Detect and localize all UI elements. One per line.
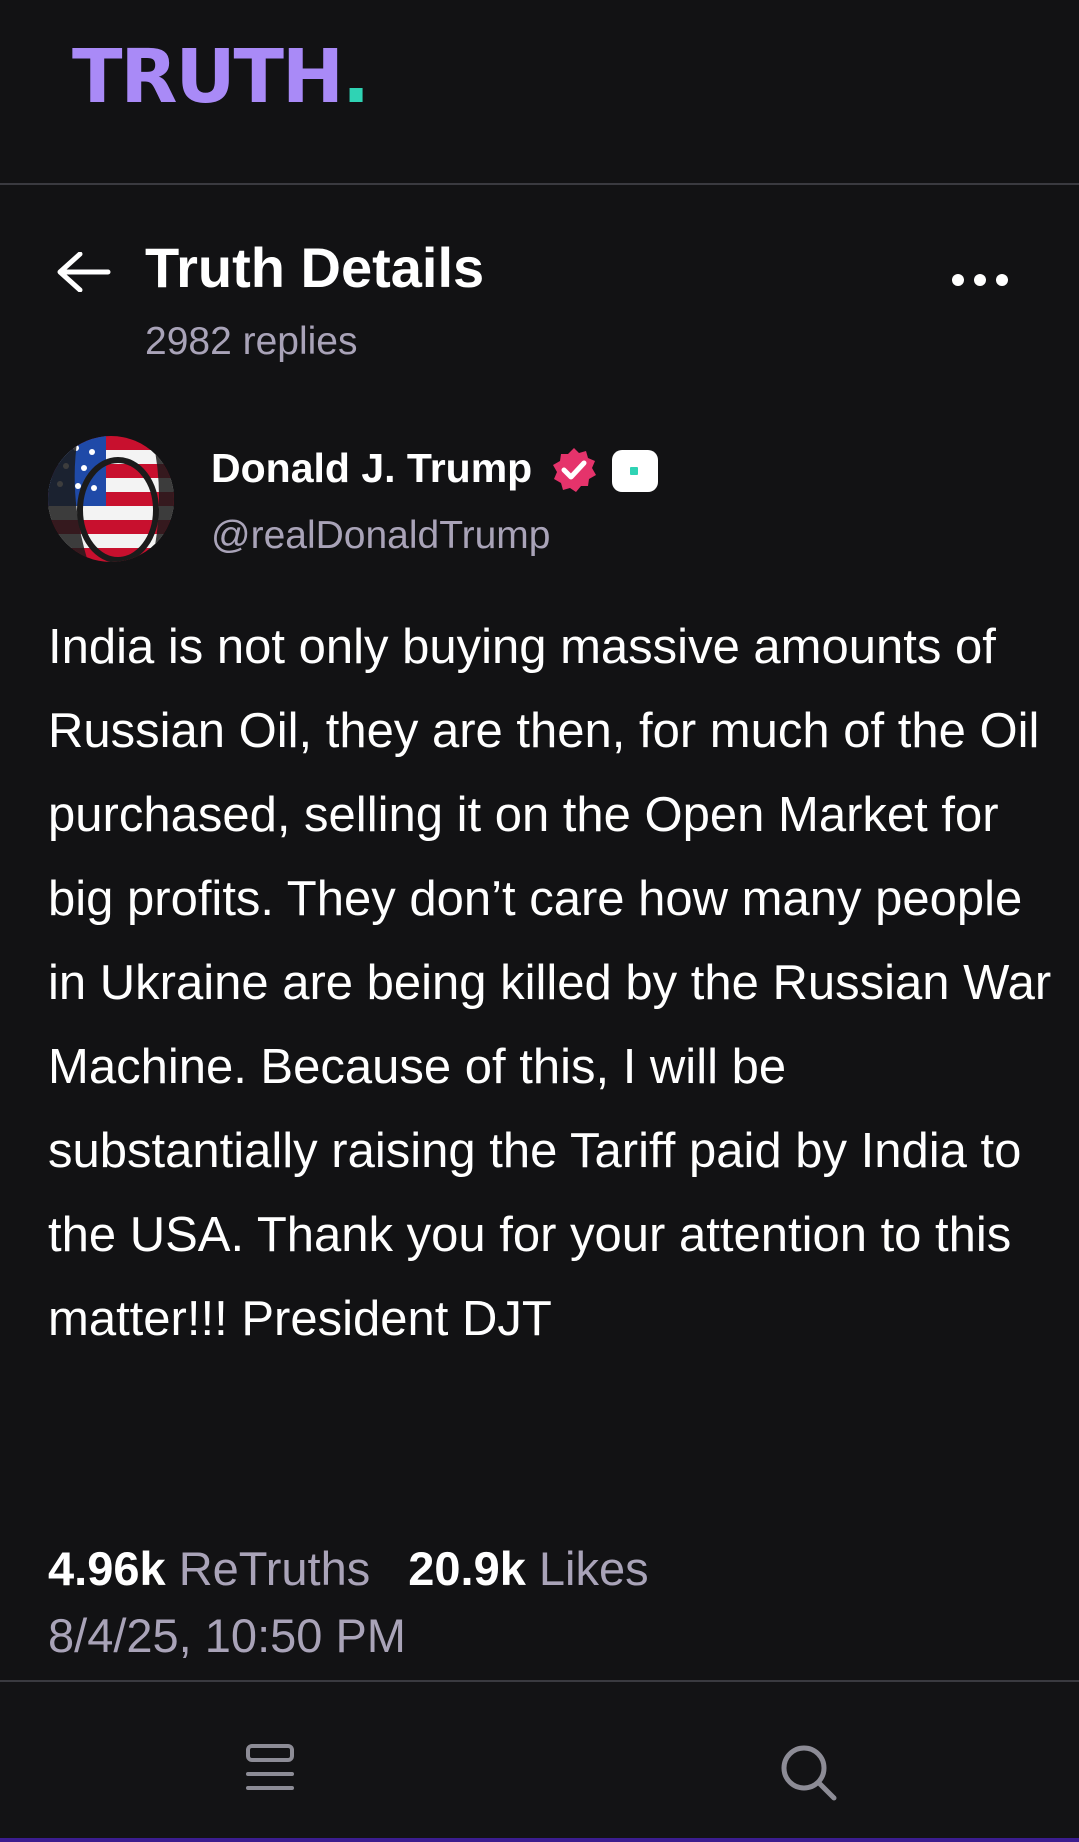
- author-name[interactable]: Donald J. Trump: [211, 448, 532, 489]
- retruths-count[interactable]: 4.96k: [48, 1542, 166, 1595]
- likes-label[interactable]: Likes: [539, 1542, 649, 1595]
- verified-badge-icon: [553, 448, 596, 492]
- post-text: India is not only buying massive amounts…: [48, 620, 1052, 1346]
- post-stats: 4.96k ReTruths 20.9k Likes: [48, 1545, 649, 1592]
- post-timestamp: 8/4/25, 10:50 PM: [48, 1609, 406, 1662]
- truth-logo[interactable]: TRUTH.: [72, 40, 370, 114]
- search-icon[interactable]: [770, 1734, 850, 1814]
- truth-badge-icon: [612, 450, 658, 492]
- logo-text: TRUTH: [72, 34, 344, 120]
- bottom-nav: [0, 1680, 1079, 1840]
- feed-icon[interactable]: [230, 1734, 310, 1814]
- avatar[interactable]: [48, 436, 174, 562]
- page-title: Truth Details: [145, 236, 485, 299]
- avatar-image: [48, 436, 174, 562]
- bottom-accent: [0, 1838, 1079, 1842]
- logo-dot: .: [341, 34, 370, 120]
- top-bar: TRUTH.: [0, 0, 1079, 185]
- likes-count[interactable]: 20.9k: [408, 1542, 526, 1595]
- arrow-left-icon[interactable]: [56, 252, 112, 292]
- more-horizontal-icon[interactable]: [950, 262, 1010, 298]
- retruths-label[interactable]: ReTruths: [179, 1542, 371, 1595]
- author-handle[interactable]: @realDonaldTrump: [211, 516, 550, 555]
- reply-count: 2982 replies: [145, 320, 358, 363]
